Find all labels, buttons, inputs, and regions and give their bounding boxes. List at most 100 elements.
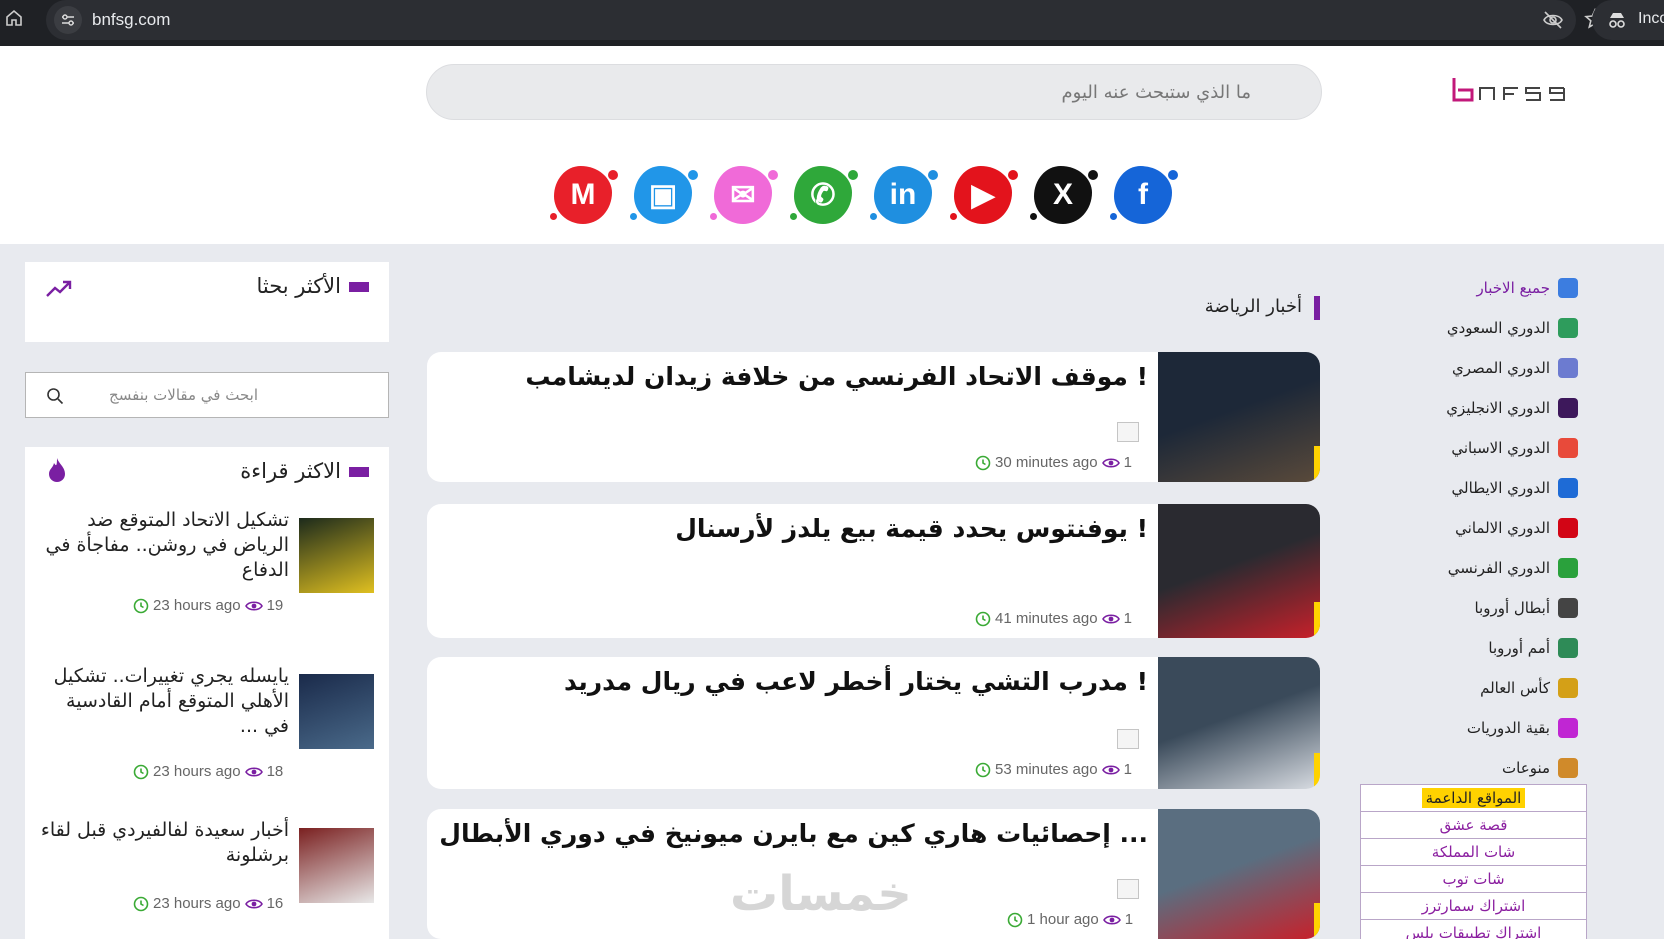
nav-item-label: الدوري الايطالي: [1451, 479, 1550, 497]
nav-item-ligue1[interactable]: الدوري الفرنسي: [1400, 548, 1580, 588]
most-read-title[interactable]: تشكيل الاتحاد المتوقع ضد الرياض في روشن.…: [39, 508, 289, 583]
main-search-bar[interactable]: [426, 64, 1322, 120]
gmail-link[interactable]: M: [550, 162, 618, 230]
most-read-item[interactable]: تشكيل الاتحاد المتوقع ضد الرياض في روشن.…: [25, 508, 389, 638]
clock-icon: [133, 764, 149, 779]
sidebar-search-input[interactable]: [26, 373, 388, 417]
supporting-sites-title: المواقع الداعمة: [1361, 785, 1586, 812]
most-read-meta: 23 hours ago 19: [133, 597, 283, 614]
views-icon: [1101, 613, 1120, 624]
most-read-item[interactable]: أخبار سعيدة لفالفيردي قبل لقاء برشلونة 23…: [25, 818, 389, 939]
news-meta: 30 minutes ago 1: [975, 454, 1132, 471]
nav-item-laliga[interactable]: الدوري الاسباني: [1400, 428, 1580, 468]
incognito-indicator[interactable]: Inco: [1592, 0, 1664, 40]
social-glyph: ✉: [730, 178, 756, 212]
nav-item-saudi-league[interactable]: الدوري السعودي: [1400, 308, 1580, 348]
news-card[interactable]: ! مدرب التشي يختار أخطر لاعب في ريال مدر…: [427, 657, 1320, 789]
news-thumbnail[interactable]: [1158, 504, 1320, 638]
news-title[interactable]: ! مدرب التشي يختار أخطر لاعب في ريال مدر…: [564, 667, 1148, 696]
serie-a-icon: [1558, 478, 1578, 498]
social-glyph: ▶: [971, 178, 995, 212]
social-glyph: in: [889, 178, 917, 211]
email-link[interactable]: ✉: [710, 162, 778, 230]
nav-item-euro[interactable]: أمم أوروبا: [1400, 628, 1580, 668]
news-views: 1: [1124, 911, 1134, 928]
site-info-icon[interactable]: [54, 6, 82, 34]
news-title[interactable]: ! يوفنتوس يحدد قيمة بيع يلدز لأرسنال: [675, 514, 1148, 543]
social-glyph: ✆: [810, 178, 836, 212]
most-read-thumbnail[interactable]: [299, 828, 374, 903]
most-read-title[interactable]: يايسله يجري تغييرات.. تشكيل الأهلي المتو…: [39, 664, 289, 739]
most-read-time: 23 hours ago: [153, 895, 241, 912]
nav-item-egyptian-league[interactable]: الدوري المصري: [1400, 348, 1580, 388]
most-read-meta: 23 hours ago 18: [133, 763, 283, 780]
support-link[interactable]: شات المملكة: [1361, 839, 1586, 866]
incognito-label: Inco: [1638, 10, 1664, 27]
nav-item-bundesliga[interactable]: الدوري الالماني: [1400, 508, 1580, 548]
misc-icon: [1558, 758, 1578, 778]
nav-item-label: الدوري الاسباني: [1451, 439, 1550, 457]
support-link[interactable]: شات توب: [1361, 866, 1586, 893]
card-accent: [1314, 753, 1320, 789]
views-icon: [1101, 764, 1120, 775]
nav-item-label: منوعات: [1502, 759, 1550, 777]
world-cup-icon: [1558, 678, 1578, 698]
most-read-thumbnail[interactable]: [299, 518, 374, 593]
nav-item-misc[interactable]: منوعات: [1400, 748, 1580, 788]
youtube-link[interactable]: ▶: [950, 162, 1018, 230]
category-nav: جميع الاخبار الدوري السعودي الدوري المصري ا…: [1400, 268, 1580, 788]
support-link[interactable]: قصة عشق: [1361, 812, 1586, 839]
support-link[interactable]: اشتراك سمارترز: [1361, 893, 1586, 920]
flame-icon: [49, 458, 65, 482]
nav-item-premier-league[interactable]: الدوري الانجليزي: [1400, 388, 1580, 428]
nav-item-more-leagues[interactable]: بقية الدوريات: [1400, 708, 1580, 748]
nav-item-news[interactable]: جميع الاخبار: [1400, 268, 1580, 308]
incognito-icon: [1609, 13, 1625, 28]
most-read-title[interactable]: أخبار سعيدة لفالفيردي قبل لقاء برشلونة: [39, 818, 289, 868]
more-leagues-icon: [1558, 718, 1578, 738]
news-time: 53 minutes ago: [995, 761, 1098, 778]
facebook-link[interactable]: f: [1110, 162, 1178, 230]
search-icon[interactable]: [46, 387, 64, 405]
views-icon: [1102, 914, 1121, 925]
trending-icon: [46, 280, 72, 297]
social-glyph: M: [570, 178, 596, 211]
support-link[interactable]: اشتراك تطبيقات بلس: [1361, 920, 1586, 939]
news-card[interactable]: ! يوفنتوس يحدد قيمة بيع يلدز لأرسنال 41 m…: [427, 504, 1320, 638]
most-read-views: 18: [266, 763, 284, 780]
news-title[interactable]: ... إحصائيات هاري كين مع بايرن ميونيخ في…: [439, 819, 1148, 848]
card-accent: [1314, 602, 1320, 638]
ligue1-icon: [1558, 558, 1578, 578]
section-title: أخبار الرياضة: [1180, 294, 1320, 320]
url-text[interactable]: bnfsg.com: [92, 10, 170, 30]
eye-off-icon[interactable]: [1542, 9, 1564, 31]
site-logo[interactable]: [1450, 76, 1580, 106]
linkedin-link[interactable]: in: [870, 162, 938, 230]
news-thumbnail[interactable]: [1158, 352, 1320, 482]
outlook-link[interactable]: ▣: [630, 162, 698, 230]
nav-item-champions-league[interactable]: أبطال أوروبا: [1400, 588, 1580, 628]
card-accent: [1314, 446, 1320, 482]
sidebar-search-bar[interactable]: [25, 372, 389, 418]
news-views: 1: [1123, 761, 1132, 778]
address-bar[interactable]: bnfsg.com: [46, 0, 1606, 40]
news-time: 30 minutes ago: [995, 454, 1098, 471]
champions-league-icon: [1558, 598, 1578, 618]
most-read-item[interactable]: يايسله يجري تغييرات.. تشكيل الأهلي المتو…: [25, 664, 389, 794]
news-title[interactable]: ! موقف الاتحاد الفرنسي من خلافة زيدان لد…: [525, 362, 1148, 391]
premier-league-icon: [1558, 398, 1578, 418]
x-link[interactable]: X: [1030, 162, 1098, 230]
home-icon[interactable]: [4, 8, 24, 28]
nav-item-serie-a[interactable]: الدوري الايطالي: [1400, 468, 1580, 508]
clock-icon: [133, 598, 149, 613]
social-glyph: ▣: [648, 178, 678, 212]
news-thumbnail[interactable]: [1158, 809, 1320, 939]
news-card[interactable]: ! موقف الاتحاد الفرنسي من خلافة زيدان لد…: [427, 352, 1320, 482]
most-read-thumbnail[interactable]: [299, 674, 374, 749]
news-meta: 41 minutes ago 1: [975, 610, 1132, 627]
whatsapp-link[interactable]: ✆: [790, 162, 858, 230]
nav-item-label: كأس العالم: [1480, 679, 1550, 697]
main-search-input[interactable]: [427, 65, 1321, 119]
news-thumbnail[interactable]: [1158, 657, 1320, 789]
nav-item-world-cup[interactable]: كأس العالم: [1400, 668, 1580, 708]
